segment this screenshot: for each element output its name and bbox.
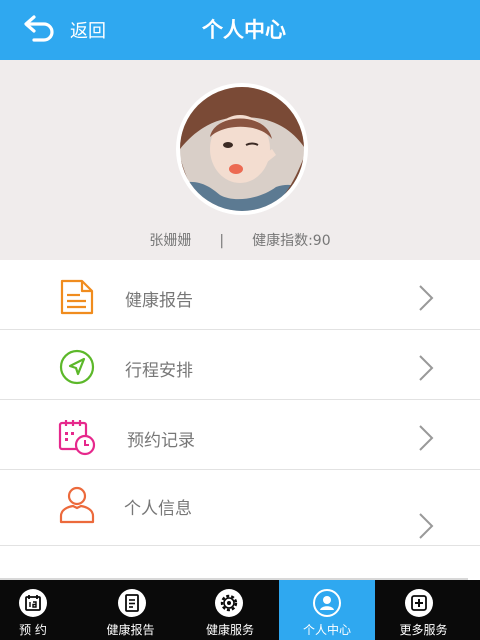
tab-label: 健康报告 — [106, 623, 155, 637]
menu-item-appointment-records[interactable]: 预约记录 — [0, 400, 480, 470]
tab-label: 个人中心 — [302, 623, 351, 637]
person-icon — [56, 484, 98, 524]
gear-icon — [214, 588, 244, 618]
chevron-right-icon — [416, 512, 436, 540]
menu-list: 健康报告 行程安排 预约记录 个人信息 — [0, 260, 480, 546]
menu-item-personal-info[interactable]: 个人信息 — [0, 470, 480, 546]
avatar-photo — [180, 87, 304, 211]
health-index: 健康指数:90 — [252, 233, 331, 249]
tab-label: 更多服务 — [399, 623, 448, 637]
tab-label: 健康服务 — [205, 623, 254, 637]
menu-label: 行程安排 — [125, 361, 193, 381]
more-icon — [404, 588, 434, 618]
chevron-right-icon — [416, 284, 436, 312]
menu-item-health-report[interactable]: 健康报告 — [0, 260, 480, 330]
calendar-clock-icon — [56, 417, 98, 457]
menu-label: 预约记录 — [127, 431, 195, 451]
top-bar: 返回 个人中心 — [0, 0, 480, 60]
health-report-icon — [56, 277, 98, 317]
avatar[interactable] — [176, 83, 308, 215]
user-info-line: 张姗姗 | 健康指数:90 — [0, 230, 480, 250]
menu-item-itinerary[interactable]: 行程安排 — [0, 330, 480, 400]
tab-health-report[interactable]: 健康报告 — [86, 580, 181, 640]
tab-more-services[interactable]: 更多服务 — [375, 580, 480, 640]
navigation-icon — [56, 347, 98, 387]
appointment-icon — [18, 588, 48, 618]
menu-label: 健康报告 — [125, 291, 193, 311]
bottom-tab-bar: 预 约 健康报告 健康服务 个人中心 更多服务 — [0, 580, 480, 640]
tab-label: 预 约 — [19, 623, 47, 637]
profile-section: 张姗姗 | 健康指数:90 — [0, 60, 480, 260]
separator: | — [219, 233, 225, 249]
tab-appointment[interactable]: 预 约 — [0, 580, 86, 640]
tab-health-services[interactable]: 健康服务 — [181, 580, 279, 640]
chevron-right-icon — [416, 354, 436, 382]
user-icon — [312, 588, 342, 618]
chevron-right-icon — [416, 424, 436, 452]
page-title: 个人中心 — [202, 18, 286, 42]
menu-label: 个人信息 — [124, 499, 192, 519]
tab-personal-center[interactable]: 个人中心 — [279, 580, 375, 640]
user-name: 张姗姗 — [149, 233, 192, 249]
report-icon — [117, 588, 147, 618]
